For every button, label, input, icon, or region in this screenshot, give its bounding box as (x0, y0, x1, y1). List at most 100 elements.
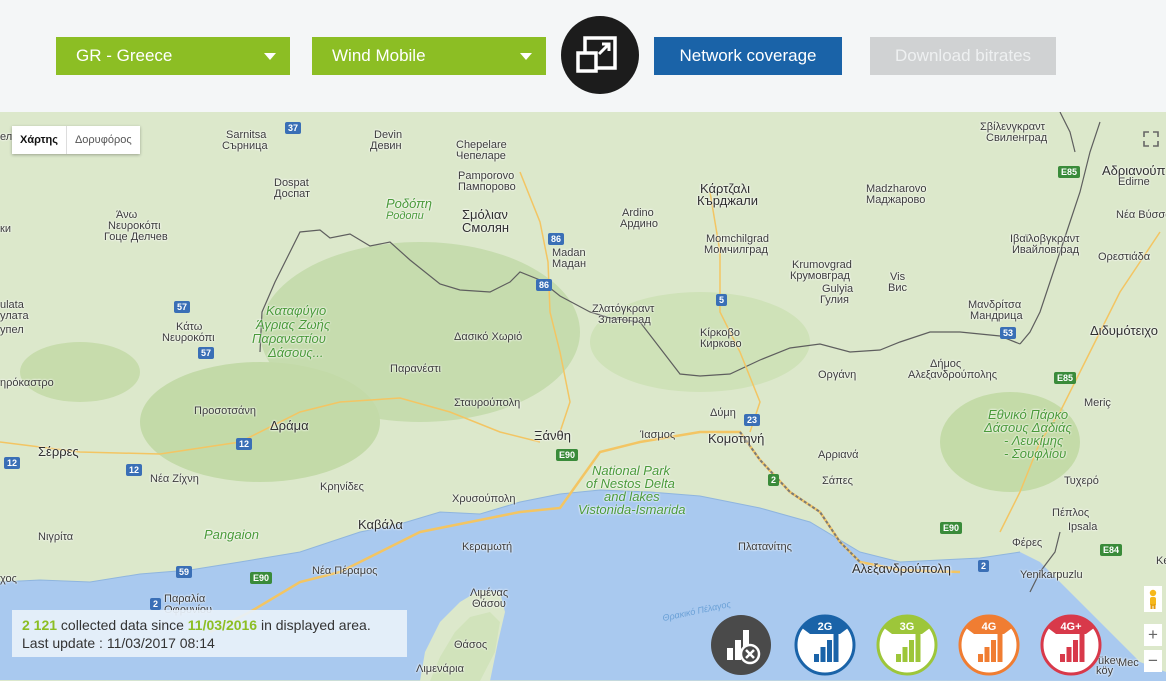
road-shield: 23 (744, 414, 761, 426)
map-label: Ke (1156, 555, 1166, 567)
road-shield: E85 (1054, 372, 1077, 384)
map-label: Сърница (222, 140, 268, 152)
map-label: Οργάνη (818, 369, 857, 381)
map-label: Κομοτηνή (708, 431, 765, 446)
map-label: Ipsala (1068, 521, 1098, 533)
zoom-out-button[interactable]: − (1144, 650, 1162, 672)
zoom-in-button[interactable]: + (1144, 624, 1162, 646)
map-label: Vistonida-Ismarida (578, 502, 686, 517)
map[interactable]: Sarnitsa Сърница Devin Девин Chepelare Ч… (0, 112, 1166, 681)
road-shield: 5 (716, 294, 728, 306)
map-label: Кирково (700, 338, 742, 350)
road-shield: E90 (940, 522, 963, 534)
collected-count: 2 121 (22, 617, 58, 633)
road-shield: 86 (536, 279, 553, 291)
map-label: Αλεξανδρούπολη (852, 561, 951, 576)
map-label: Αλεξανδρούπολης (908, 369, 998, 381)
tech-label: 2G (818, 621, 833, 633)
map-label: Καταφύγιο (266, 303, 327, 318)
map-label: Ивайловград (1012, 244, 1080, 256)
expand-map-button[interactable] (561, 16, 639, 94)
map-label: Ροδόπη (386, 196, 432, 211)
road-shield: 12 (126, 464, 143, 476)
tech-filter-4gplus-button[interactable]: 4G+ (1040, 614, 1102, 676)
since-date: 11/03/2016 (187, 617, 258, 633)
map-label: Кърджали (697, 193, 758, 208)
street-view-button[interactable] (1144, 586, 1162, 612)
map-label: Δάσους... (268, 345, 324, 360)
tech-filter-3g-button[interactable]: 3G (876, 614, 938, 676)
map-label: упел (0, 324, 24, 336)
road-shield: 12 (4, 457, 21, 469)
map-label: Девин (370, 140, 402, 152)
road-shield: 12 (236, 438, 253, 450)
road-shield: 57 (174, 301, 191, 313)
fullscreen-button[interactable] (1140, 128, 1162, 150)
map-type-map-button[interactable]: Χάρτης (12, 126, 66, 154)
tech-filter-4g-button[interactable]: 4G (958, 614, 1020, 676)
road-shield: 2 (978, 560, 990, 572)
operator-select-value: Wind Mobile (332, 46, 426, 65)
map-label: - Σουφλίου (1004, 446, 1067, 461)
map-label: χος (0, 573, 17, 585)
map-label: Θάσου (472, 598, 506, 610)
tech-label: 4G+ (1060, 621, 1081, 633)
map-label: ел (0, 131, 13, 143)
map-label: Διδυμότειχο (1090, 323, 1158, 338)
tech-label: 3G (900, 621, 915, 633)
map-label: Мандрица (970, 310, 1023, 322)
collected-text: collected data since (57, 617, 188, 633)
map-label: улата (0, 310, 29, 322)
map-label: Мадан (552, 258, 587, 270)
map-type-control: Χάρτης Δορυφόρος (12, 126, 140, 154)
map-label: Λιμενάρια (416, 663, 464, 675)
network-coverage-button[interactable]: Network coverage (654, 37, 842, 75)
map-label: Крумовград (790, 270, 850, 282)
map-label: Παρανέστι (390, 363, 441, 375)
map-label: Νευροκόπι (162, 332, 215, 344)
tech-label: 4G (982, 621, 997, 633)
road-shield: 2 (150, 598, 162, 610)
map-label: Гулия (820, 294, 849, 306)
map-label: Родопи (386, 210, 424, 222)
road-shield: E85 (1058, 166, 1081, 178)
fullscreen-icon (1143, 131, 1159, 147)
map-label: Νιγρίτα (38, 531, 74, 543)
map-label: Πλατανίτης (738, 541, 792, 553)
map-label: Meriç (1084, 397, 1111, 409)
map-label: Edirne (1118, 176, 1150, 188)
map-label: Κρηνίδες (320, 481, 364, 493)
map-label: Ορεστιάδα (1098, 251, 1151, 263)
map-label: Αρριανά (818, 449, 859, 461)
map-label: Φέρες (1012, 537, 1043, 549)
map-label: Σέρρες (38, 444, 79, 459)
map-label: Момчилград (704, 244, 768, 256)
map-label: Νέα Βύσσα (1116, 209, 1166, 221)
map-label: Παρανεστίου (252, 331, 326, 346)
map-label: Чепеларе (456, 150, 506, 162)
signal-bars-icon: 4G (958, 614, 1020, 676)
pegman-icon (1149, 589, 1157, 609)
map-label: Смолян (462, 220, 510, 235)
road-shield: 57 (198, 347, 215, 359)
map-label: Σταυρούπολη (454, 397, 521, 409)
map-label: Τυχερό (1064, 475, 1099, 487)
map-label: Σάπες (822, 475, 853, 487)
map-label: Ардино (620, 218, 658, 230)
toolbar: GR - Greece Wind Mobile Network coverage… (0, 0, 1166, 112)
operator-select[interactable]: Wind Mobile (312, 37, 546, 75)
map-type-satellite-button[interactable]: Δορυφόρος (65, 126, 140, 154)
road-shield: 2 (768, 474, 780, 486)
map-label: ηρόκαστρο (0, 377, 54, 389)
map-label: ки (0, 223, 11, 235)
map-label: Πέπλος (1052, 507, 1090, 519)
no-signal-icon (711, 615, 771, 675)
road-shield: E84 (1100, 544, 1123, 556)
country-select[interactable]: GR - Greece (56, 37, 290, 75)
signal-bars-icon: 4G+ (1040, 614, 1102, 676)
road-shield: 53 (1000, 327, 1017, 339)
tech-filter-none-button[interactable] (710, 614, 772, 676)
tech-filter-2g-button[interactable]: 2G (794, 614, 856, 676)
map-label: Θάσος (454, 639, 488, 651)
road-shield: E90 (556, 449, 579, 461)
